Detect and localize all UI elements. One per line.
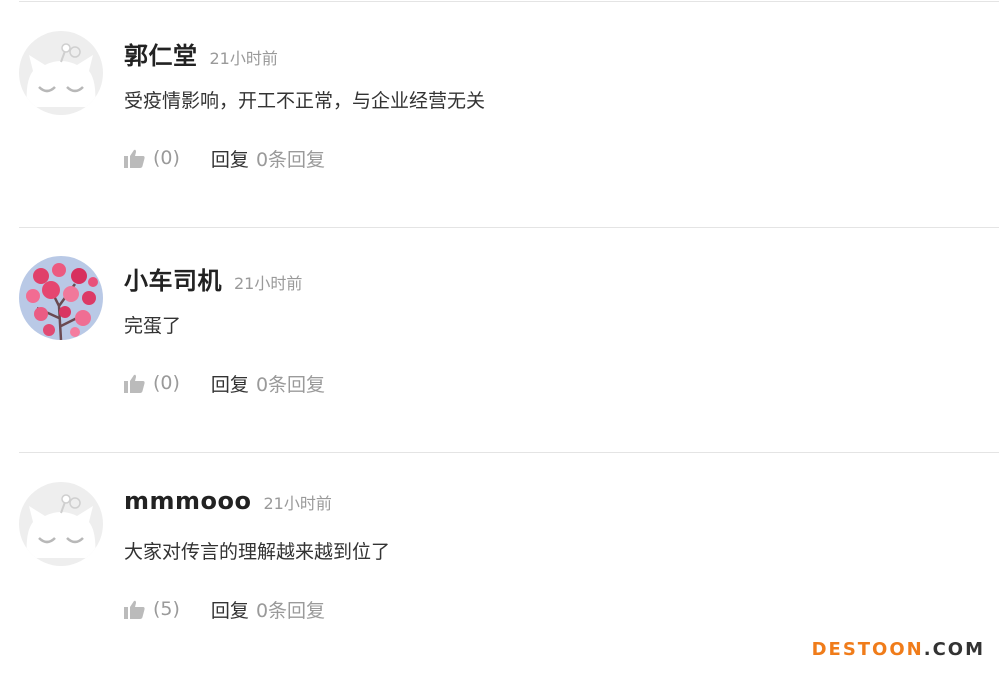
watermark-domain: .COM (923, 639, 985, 660)
reply-count-link[interactable]: 0条回复 (256, 596, 325, 623)
like-button[interactable]: (0) (124, 372, 180, 394)
like-count: (5) (153, 598, 180, 620)
avatar[interactable] (19, 482, 103, 566)
comment-item: 郭仁堂 21小时前 受疫情影响，开工不正常，与企业经营无关 (0) 回复 0条回… (0, 0, 999, 200)
comment-header: 小车司机 21小时前 (124, 261, 302, 301)
comment-header: mmmooo 21小时前 (124, 487, 332, 527)
comment-text: 受疫情影响，开工不正常，与企业经营无关 (124, 90, 486, 112)
comment-item: mmmooo 21小时前 大家对传言的理解越来越到位了 (5) 回复 0条回复 (0, 451, 999, 651)
like-button[interactable]: (0) (124, 147, 180, 169)
like-count: (0) (153, 372, 180, 394)
reply-button[interactable]: 回复 (211, 596, 249, 623)
like-button[interactable]: (5) (124, 598, 180, 620)
comment-time: 21小时前 (209, 49, 278, 68)
comment-actions: (0) 回复 0条回复 (124, 143, 325, 173)
like-count: (0) (153, 147, 180, 169)
comment-actions: (0) 回复 0条回复 (124, 368, 325, 398)
comment-actions: (5) 回复 0条回复 (124, 594, 325, 624)
username[interactable]: 郭仁堂 (124, 36, 198, 71)
comment-time: 21小时前 (234, 274, 303, 293)
comment-list: 郭仁堂 21小时前 受疫情影响，开工不正常，与企业经营无关 (0) 回复 0条回… (0, 0, 999, 674)
thumbs-up-icon (124, 374, 145, 393)
comment-header: 郭仁堂 21小时前 (124, 36, 278, 76)
watermark-logo: DESTOON.COM (812, 639, 985, 660)
thumbs-up-icon (124, 149, 145, 168)
comment-text: 完蛋了 (124, 315, 182, 337)
thumbs-up-icon (124, 600, 145, 619)
username[interactable]: 小车司机 (124, 261, 222, 296)
default-cat-avatar-icon (19, 482, 103, 566)
watermark-text: DESTOON (811, 639, 924, 660)
reply-button[interactable]: 回复 (211, 145, 249, 172)
comment-time: 21小时前 (263, 494, 332, 513)
comment-text: 大家对传言的理解越来越到位了 (124, 541, 391, 563)
reply-count-link[interactable]: 0条回复 (256, 145, 325, 172)
plum-blossom-photo-avatar (19, 256, 103, 340)
default-cat-avatar-icon (19, 31, 103, 115)
reply-count-link[interactable]: 0条回复 (256, 370, 325, 397)
avatar[interactable] (19, 256, 103, 340)
avatar[interactable] (19, 31, 103, 115)
comment-item: 小车司机 21小时前 完蛋了 (0) 回复 0条回复 (0, 225, 999, 425)
username[interactable]: mmmooo (124, 487, 252, 515)
reply-button[interactable]: 回复 (211, 370, 249, 397)
